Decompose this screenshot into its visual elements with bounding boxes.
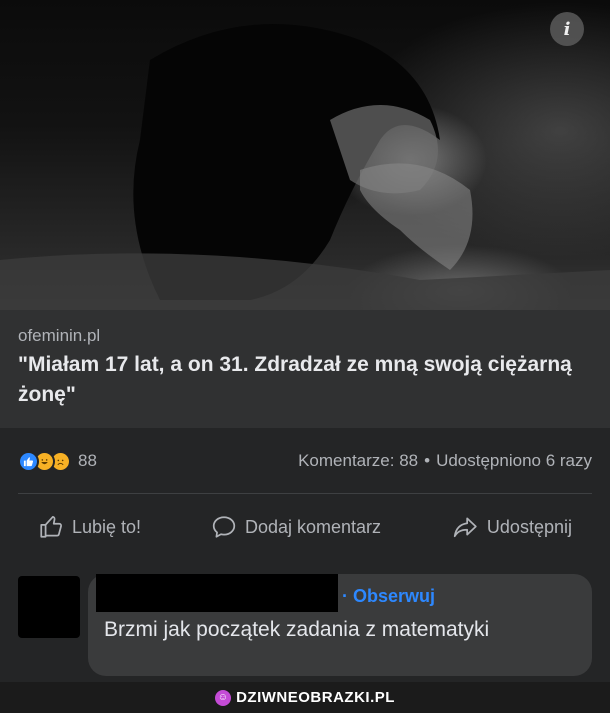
watermark-bar: ☺ DZIWNEOBRAZKI.PL [0,682,610,713]
share-label: Udostępnij [486,516,572,537]
divider [18,493,592,494]
info-icon[interactable]: i [550,12,584,46]
share-icon [453,517,477,538]
post-stats: 88 Komentarze: 88 • Udostępniono 6 razy [18,446,592,476]
link-headline[interactable]: "Miałam 17 lat, a on 31. Zdradzał ze mną… [18,350,592,410]
like-button[interactable]: Lubię to! [18,514,161,540]
link-source: ofeminin.pl [18,326,101,345]
reaction-count[interactable]: 88 [78,451,97,471]
comments-count[interactable]: Komentarze: 88 [298,451,418,470]
meta-separator: • [424,451,431,470]
post-meta: Komentarze: 88 • Udostępniono 6 razy [298,451,592,471]
reactions-summary[interactable] [18,450,71,472]
comment-text: Brzmi jak początek zadania z matematyki [104,618,490,641]
post-actions: Lubię to! Dodaj komentarz Udostępnij [18,506,592,548]
comment: · Obserwuj Brzmi jak początek zadania z … [0,564,610,682]
like-reaction-icon [18,450,39,472]
follow-separator: · [342,586,348,606]
comment-icon [212,516,236,538]
post-photo[interactable]: i [0,0,610,310]
photo-illustration [0,24,610,310]
like-label: Lubię to! [72,516,142,537]
commenter-name-redacted[interactable] [96,574,338,612]
watermark-text: DZIWNEOBRAZKI.PL [236,689,395,706]
watermark-logo-icon: ☺ [215,689,232,706]
thumbs-up-icon [40,516,63,538]
follow-label: Obserwuj [353,586,436,606]
avatar[interactable] [18,576,80,638]
shares-count[interactable]: Udostępniono 6 razy [436,451,592,470]
link-preview[interactable]: ofeminin.pl "Miałam 17 lat, a on 31. Zdr… [0,310,610,428]
comment-button[interactable]: Dodaj komentarz [191,514,401,540]
watermark: ☺ DZIWNEOBRAZKI.PL [215,689,395,706]
follow-link[interactable]: · Obserwuj [342,586,435,607]
share-button[interactable]: Udostępnij [431,514,592,540]
comment-label: Dodaj komentarz [244,516,382,537]
